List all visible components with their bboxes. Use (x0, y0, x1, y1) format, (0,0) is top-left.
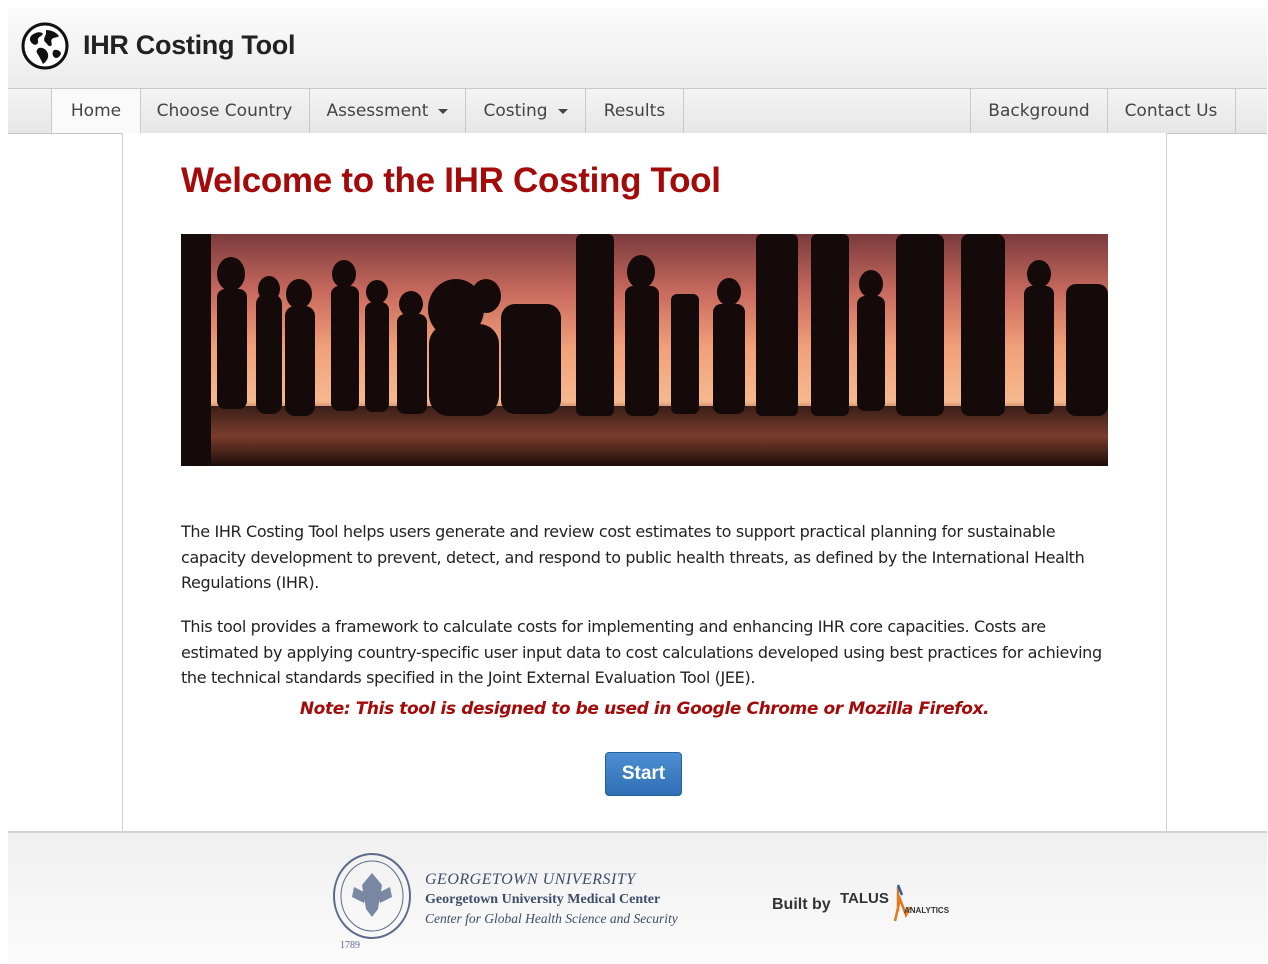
nav-home-label: Home (70, 101, 122, 121)
nav-results-label: Results (603, 101, 666, 121)
analytics-logo-word: ANALYTICS (904, 906, 950, 915)
seal-years: 1789 (340, 940, 360, 951)
main-nav: Home Choose Country Assessment Costing R… (8, 88, 1267, 134)
built-by-label: Built by (772, 896, 831, 913)
university-name[interactable]: GEORGETOWN UNIVERSITY (425, 871, 636, 889)
main-content: Welcome to the IHR Costing Tool The IHR … (122, 133, 1167, 831)
caret-down-icon (557, 108, 568, 114)
nav-costing[interactable]: Costing (466, 89, 586, 133)
app-header: IHR Costing Tool (8, 8, 1267, 89)
nav-costing-label: Costing (483, 101, 548, 121)
framework-paragraph: This tool provides a framework to calcul… (181, 617, 1102, 687)
globe-icon (21, 22, 69, 70)
nav-background-label: Background (988, 101, 1090, 121)
georgetown-seal-icon[interactable]: 1789 (330, 851, 414, 951)
page-title: Welcome to the IHR Costing Tool (181, 161, 721, 200)
intro-paragraph: The IHR Costing Tool helps users generat… (181, 522, 1085, 592)
nav-results[interactable]: Results (586, 89, 684, 133)
nav-choose-country[interactable]: Choose Country (140, 89, 310, 133)
hero-image (181, 234, 1108, 466)
nav-background[interactable]: Background (970, 89, 1108, 133)
footer: 1789 GEORGETOWN UNIVERSITY Georgetown Un… (8, 831, 1267, 964)
nav-assessment[interactable]: Assessment (310, 89, 466, 133)
app-frame: IHR Costing Tool Home Choose Country Ass… (8, 8, 1267, 964)
nav-home[interactable]: Home (51, 89, 141, 133)
app-title[interactable]: IHR Costing Tool (83, 30, 295, 61)
talus-analytics-logo[interactable]: TALUS ANALYTICS (840, 881, 952, 925)
medical-center-name: Georgetown University Medical Center (425, 892, 661, 907)
caret-down-icon (438, 108, 449, 114)
nav-choose-country-label: Choose Country (156, 101, 293, 121)
nav-assessment-label: Assessment (326, 101, 429, 121)
center-program-name: Center for Global Health Science and Sec… (425, 911, 678, 926)
talus-logo-word: TALUS (840, 890, 889, 907)
browser-note: Note: This tool is designed to be used i… (299, 699, 990, 719)
nav-contact-us-label: Contact Us (1124, 101, 1218, 121)
start-button[interactable]: Start (605, 752, 682, 796)
sunset-silhouettes-image (181, 234, 1108, 466)
nav-contact-us[interactable]: Contact Us (1107, 89, 1236, 133)
